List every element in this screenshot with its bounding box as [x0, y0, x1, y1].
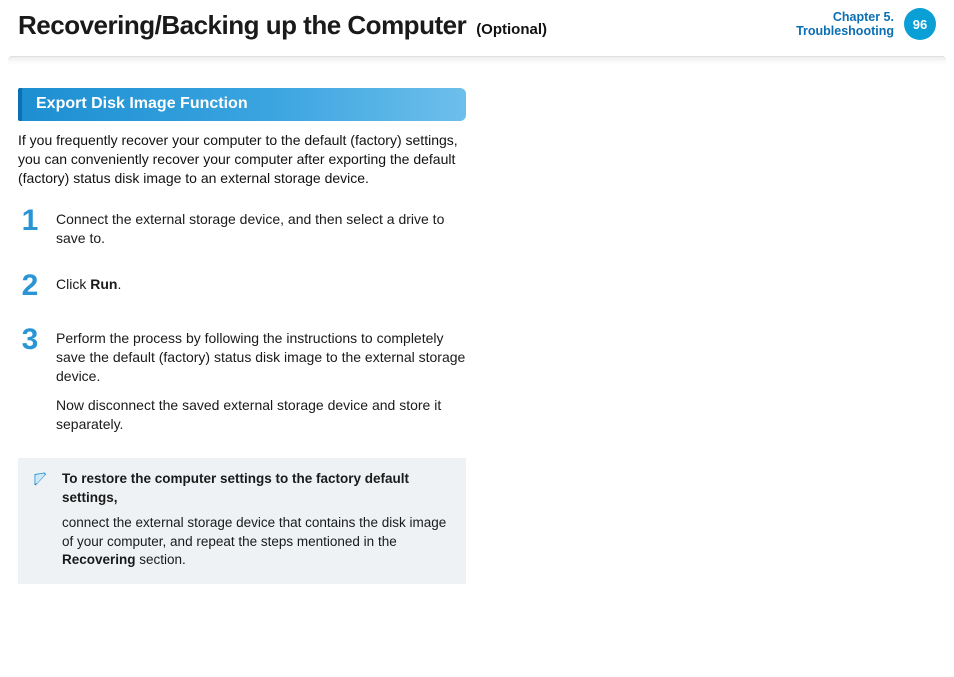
step-text: Perform the process by following the ins…: [56, 329, 466, 386]
chapter-line-1: Chapter 5.: [796, 10, 894, 24]
intro-paragraph: If you frequently recover your computer …: [18, 131, 466, 188]
section-heading: Export Disk Image Function: [18, 88, 466, 121]
step-number: 2: [18, 271, 42, 301]
body: Export Disk Image Function If you freque…: [0, 70, 954, 584]
page-title-suffix: (Optional): [476, 21, 547, 38]
page-number: 96: [913, 17, 927, 32]
note-icon: [32, 470, 52, 490]
step-text: Click Run.: [56, 275, 466, 294]
note-text: To restore the computer settings to the …: [62, 470, 452, 570]
step-text: Now disconnect the saved external storag…: [56, 396, 466, 434]
step-item: 2 Click Run.: [18, 271, 466, 301]
chapter-label: Chapter 5. Troubleshooting: [796, 10, 894, 39]
step-body: Connect the external storage device, and…: [56, 206, 466, 248]
page-number-badge: 96: [904, 8, 936, 40]
left-column: Export Disk Image Function If you freque…: [18, 88, 466, 584]
step-item: 3 Perform the process by following the i…: [18, 325, 466, 433]
note-title: To restore the computer settings to the …: [62, 470, 452, 508]
header-divider: [8, 56, 946, 70]
steps-list: 1 Connect the external storage device, a…: [18, 206, 466, 434]
note-body: connect the external storage device that…: [62, 515, 446, 568]
step-text: Connect the external storage device, and…: [56, 210, 466, 248]
note-box: To restore the computer settings to the …: [18, 458, 466, 584]
step-item: 1 Connect the external storage device, a…: [18, 206, 466, 248]
page-title: Recovering/Backing up the Computer: [18, 10, 466, 41]
chapter-line-2: Troubleshooting: [796, 24, 894, 38]
step-number: 3: [18, 325, 42, 433]
step-body: Click Run.: [56, 271, 466, 301]
page-root: Recovering/Backing up the Computer (Opti…: [0, 0, 954, 677]
step-number: 1: [18, 206, 42, 248]
breadcrumb: Chapter 5. Troubleshooting 96: [796, 8, 936, 40]
page-header: Recovering/Backing up the Computer (Opti…: [0, 0, 954, 56]
step-body: Perform the process by following the ins…: [56, 325, 466, 433]
